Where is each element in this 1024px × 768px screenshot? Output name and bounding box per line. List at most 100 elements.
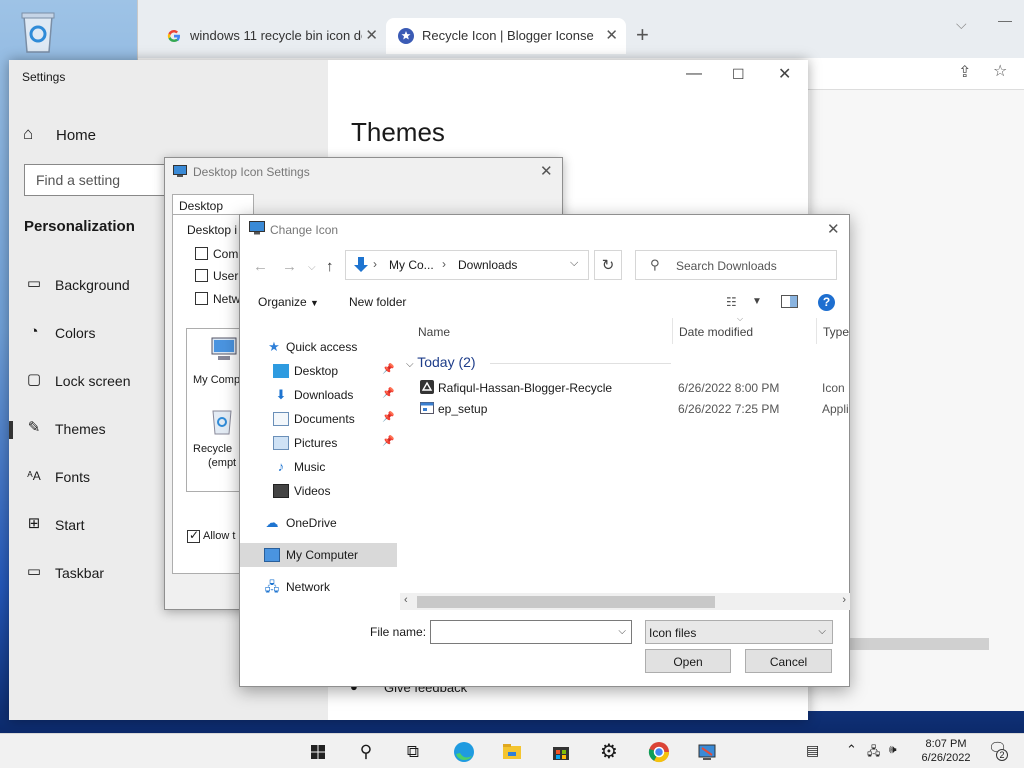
home-icon: ⌂ (23, 124, 34, 143)
column-divider[interactable] (672, 318, 673, 344)
tree-label: My Computer (286, 548, 359, 562)
nav-label: Background (55, 277, 130, 293)
allow-themes-checkbox[interactable]: ✓ (187, 528, 200, 543)
chevron-down-icon[interactable]: ⌵ (570, 257, 578, 270)
column-header-date[interactable]: Date modified (679, 325, 753, 339)
file-name-input[interactable]: ⌵ (430, 620, 632, 644)
breadcrumb-my-computer[interactable]: My Co... (389, 258, 434, 272)
tree-label: Network (286, 580, 331, 594)
downloads-arrow-icon: ⬇ (275, 387, 287, 402)
clock-date[interactable]: 6/26/2022 (917, 752, 975, 764)
news-widget-icon[interactable]: ▤ (806, 742, 819, 759)
forward-arrow-icon[interactable]: → (282, 258, 297, 275)
cancel-button[interactable]: Cancel (745, 649, 832, 673)
open-button[interactable]: Open (645, 649, 731, 673)
file-row[interactable]: ep_setup 6/26/2022 7:25 PM Appli (416, 399, 850, 419)
recycle-file-icon (420, 380, 434, 394)
settings-gear-icon[interactable]: ⚙ (595, 738, 623, 766)
horizontal-scrollbar[interactable]: ‹ › (400, 593, 850, 610)
file-row[interactable]: Rafiqul-Hassan-Blogger-Recycle 6/26/2022… (416, 378, 850, 398)
taskbar: ⚲ ⧉ ⚙ ▤ ⌃ 🖧 🕪 8:07 PM 6/26/2022 🗨 2 (0, 733, 1024, 768)
checkbox-computer[interactable] (195, 247, 208, 260)
show-hidden-icons-chevron-icon[interactable]: ⌃ (846, 742, 857, 758)
pin-icon: 📌 (382, 412, 395, 423)
icon-label-recycle: Recycle (193, 443, 233, 455)
task-view-icon[interactable]: ⧉ (399, 738, 427, 766)
close-icon[interactable]: ✕ (540, 162, 553, 180)
help-icon[interactable]: ? (818, 294, 835, 311)
column-header-name[interactable]: Name (418, 325, 450, 339)
breadcrumb-chevron-icon: › (373, 257, 377, 271)
address-bar[interactable]: › My Co... › Downloads ⌵ (345, 250, 589, 280)
clock-time[interactable]: 8:07 PM (922, 738, 970, 750)
checkbox-label: Netw (213, 292, 241, 306)
back-arrow-icon[interactable]: ← (253, 258, 268, 275)
minimize-icon[interactable]: — (686, 65, 702, 83)
browser-tab-google[interactable]: windows 11 recycle bin icon dow ✕ (146, 18, 386, 54)
scroll-right-icon[interactable]: › (842, 594, 846, 606)
search-input[interactable]: ⚲ Search Downloads (635, 250, 837, 280)
home-nav-item[interactable]: ⌂ Home (23, 124, 313, 150)
new-tab-icon[interactable]: + (636, 22, 649, 48)
edge-browser-icon[interactable] (450, 738, 478, 766)
checkbox-network[interactable] (195, 292, 208, 305)
close-tab-icon[interactable]: ✕ (365, 26, 378, 44)
tree-item-downloads[interactable]: ⬇ Downloads 📌 (240, 383, 397, 407)
tree-item-my-computer[interactable]: My Computer (240, 543, 397, 567)
minimize-icon[interactable]: — (998, 12, 1012, 28)
star-icon: ★ (268, 339, 280, 354)
close-icon[interactable]: ✕ (827, 220, 840, 238)
search-placeholder: Search Downloads (676, 259, 777, 273)
maximize-icon[interactable]: ☐ (732, 66, 745, 83)
scroll-left-icon[interactable]: ‹ (404, 594, 408, 606)
start-windows-icon[interactable] (304, 738, 332, 766)
close-tab-icon[interactable]: ✕ (605, 26, 618, 44)
share-icon[interactable]: ⇪ (958, 62, 971, 82)
search-icon: ⚲ (650, 257, 660, 272)
volume-icon[interactable]: 🕪 (889, 742, 897, 757)
notification-count-badge: 2 (996, 749, 1008, 761)
recycle-bin-desktop-icon[interactable] (18, 10, 58, 54)
network-icon: 🖧 (264, 579, 280, 594)
close-icon[interactable]: ✕ (778, 64, 791, 84)
breadcrumb-downloads[interactable]: Downloads (458, 258, 517, 272)
up-arrow-icon[interactable]: ↑ (326, 258, 334, 275)
sort-chevron-icon: ⌵ (737, 314, 744, 323)
column-divider[interactable] (816, 318, 817, 344)
tree-item-quick-access[interactable]: ★ Quick access (240, 335, 397, 359)
new-folder-button[interactable]: New folder (349, 295, 406, 309)
checkbox-user[interactable] (195, 269, 208, 282)
organize-menu-button[interactable]: Organize ▼ (258, 295, 319, 309)
chrome-browser-icon[interactable] (645, 738, 673, 766)
file-type-select[interactable]: Icon files ⌵ (645, 620, 833, 644)
group-header-today[interactable]: ⌵ Today (2) (406, 354, 476, 370)
tree-item-desktop[interactable]: Desktop 📌 (240, 359, 397, 383)
refresh-button[interactable]: ↻ (594, 250, 622, 280)
tree-item-onedrive[interactable]: ☁ OneDrive (240, 511, 397, 535)
horizontal-scrollbar[interactable] (846, 638, 989, 650)
browser-tab-iconarchive[interactable]: Recycle Icon | Blogger Iconset | R ✕ (386, 18, 626, 54)
tree-item-videos[interactable]: Videos (240, 479, 397, 503)
chevron-down-icon[interactable]: ▼ (752, 296, 762, 307)
tab-desktop-icons[interactable]: Desktop Icons (172, 194, 254, 227)
tree-item-documents[interactable]: Documents 📌 (240, 407, 397, 431)
file-date: 6/26/2022 7:25 PM (678, 402, 780, 416)
view-options-icon[interactable]: ☷ (726, 295, 737, 309)
scrollbar-thumb[interactable] (417, 596, 715, 608)
column-header-type[interactable]: Type (823, 325, 849, 339)
tree-item-music[interactable]: ♪ Music (240, 455, 397, 479)
search-icon[interactable]: ⚲ (352, 738, 380, 766)
desktop-icon-settings-taskbar-icon[interactable] (693, 738, 721, 766)
find-setting-input[interactable]: Find a setting (24, 164, 174, 196)
themes-brush-icon: ✎ (27, 419, 41, 436)
tab-search-chevron-icon[interactable]: ⌵ (956, 16, 967, 33)
recent-locations-chevron-icon[interactable]: ⌵ (308, 262, 316, 273)
bookmark-star-icon[interactable]: ☆ (993, 61, 1007, 81)
microsoft-store-icon[interactable] (547, 738, 575, 766)
network-icon[interactable]: 🖧 (867, 742, 880, 763)
tree-item-pictures[interactable]: Pictures 📌 (240, 431, 397, 455)
chevron-down-icon[interactable]: ⌵ (618, 626, 626, 637)
tree-item-network[interactable]: 🖧 Network (240, 575, 397, 599)
preview-pane-icon[interactable] (781, 295, 798, 308)
file-explorer-icon[interactable] (498, 738, 526, 766)
